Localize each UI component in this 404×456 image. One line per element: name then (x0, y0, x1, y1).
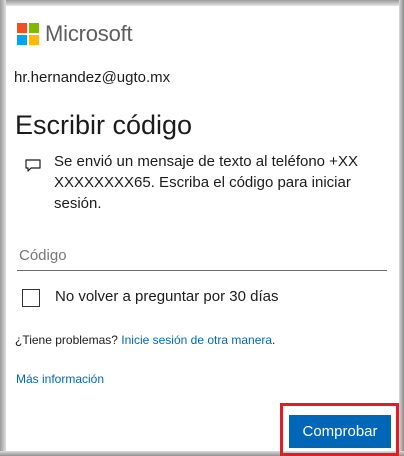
signin-dialog: Microsoft hr.hernandez@ugto.mx Escribir … (0, 0, 404, 456)
trouble-text: ¿Tiene problemas? Inicie sesión de otra … (15, 333, 275, 347)
remember-checkbox[interactable] (22, 289, 40, 307)
page-title: Escribir código (15, 110, 193, 140)
trouble-suffix: . (272, 333, 276, 347)
sms-sent-message: Se envió un mensaje de texto al teléfono… (54, 153, 358, 212)
window-edge-right (399, 0, 404, 456)
code-input[interactable] (17, 240, 387, 271)
brand-name: Microsoft (45, 21, 133, 46)
verify-button[interactable]: Comprobar (289, 415, 391, 448)
trouble-prefix: ¿Tiene problemas? (15, 333, 118, 347)
window-edge-left (0, 0, 6, 456)
microsoft-logo-icon (17, 23, 39, 45)
remember-checkbox-label[interactable]: No volver a preguntar por 30 días (55, 288, 278, 305)
more-info-link[interactable]: Más información (16, 372, 104, 386)
window-edge-top (0, 0, 404, 6)
message-icon (25, 159, 41, 172)
account-email: hr.hernandez@ugto.mx (14, 69, 171, 86)
alt-signin-link[interactable]: Inicie sesión de otra manera (121, 333, 272, 347)
